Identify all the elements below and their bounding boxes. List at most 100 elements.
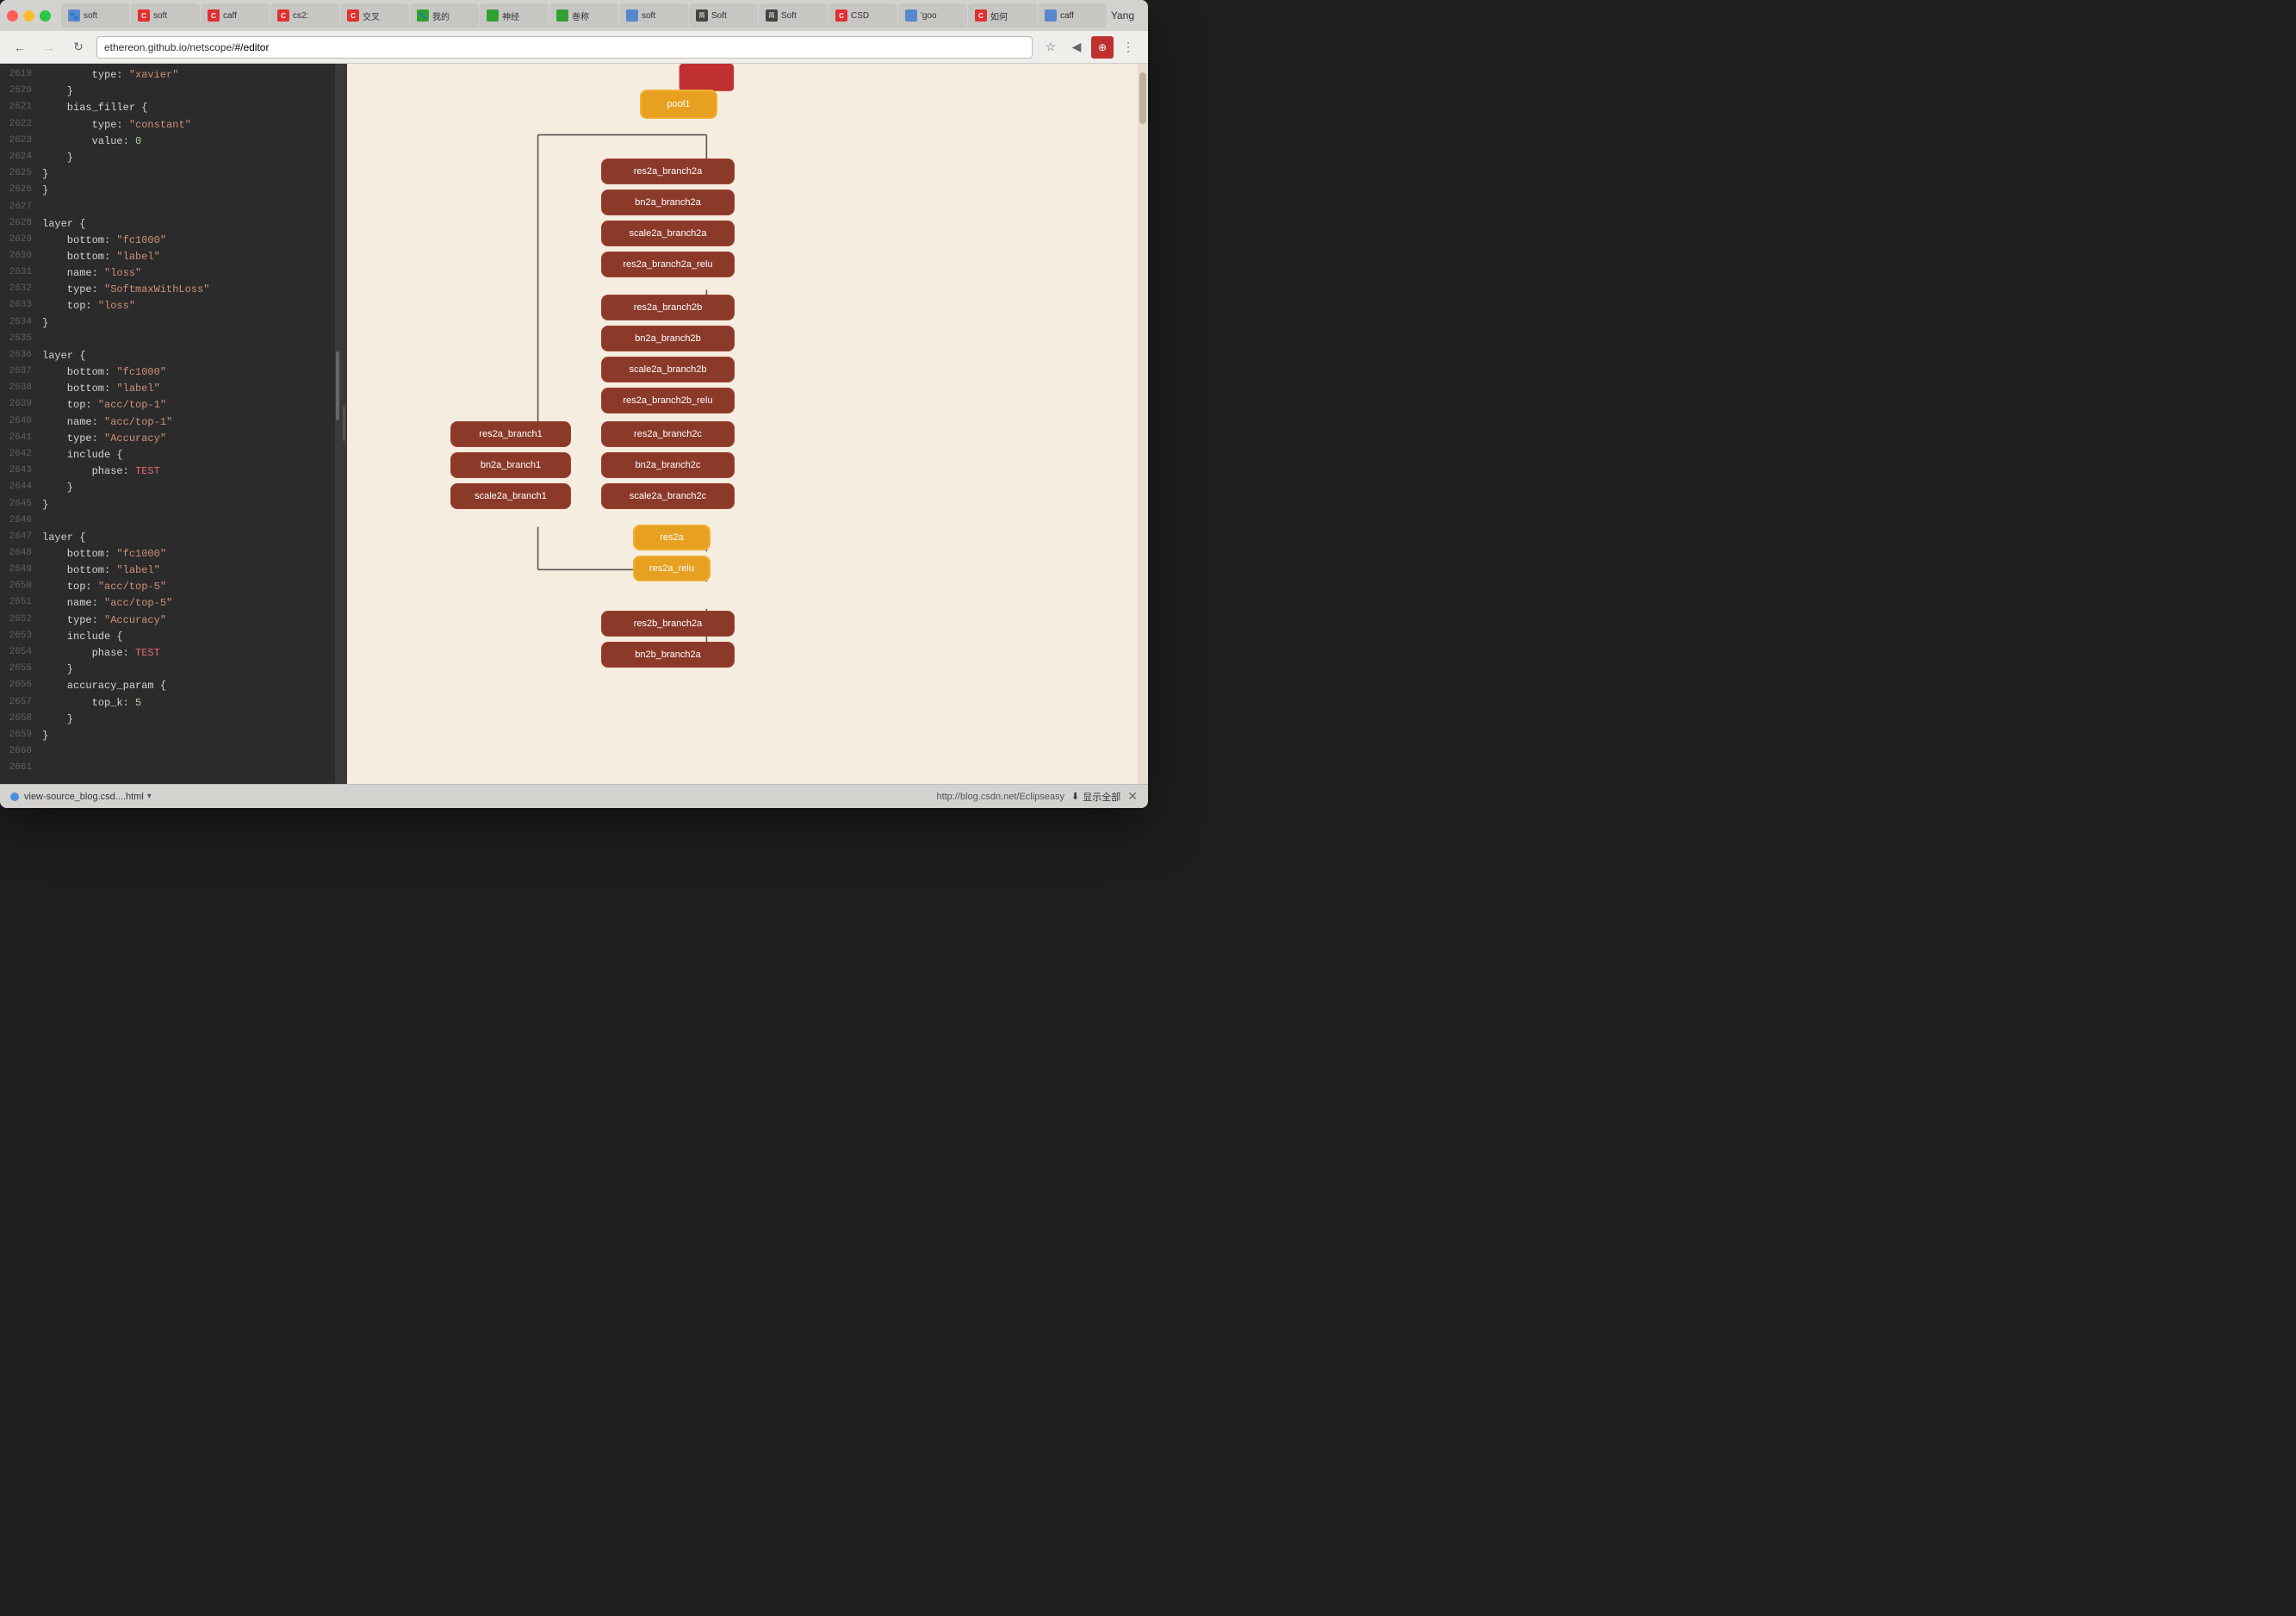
tab-9[interactable]: soft xyxy=(619,3,688,28)
tab-5-label: 交叉 xyxy=(363,9,380,22)
code-line-2645: 2645 } xyxy=(0,497,340,513)
node-res2a-relu[interactable]: res2a_relu xyxy=(633,556,711,581)
tab-7[interactable]: 神经 xyxy=(480,3,549,28)
nav-actions: ☆ ◀ ⊕ ⋮ xyxy=(1039,36,1139,59)
status-close-button[interactable]: ✕ xyxy=(1127,789,1138,804)
tab-14[interactable]: C 如何 xyxy=(968,3,1037,28)
tab-9-label: soft xyxy=(642,11,655,21)
node-scale2a-branch2c[interactable]: scale2a_branch2c xyxy=(601,483,735,509)
panel-divider[interactable] xyxy=(340,64,347,784)
code-line-2656: 2656 accuracy_param { xyxy=(0,678,340,694)
tab-2[interactable]: C soft xyxy=(131,3,200,28)
code-line-2623: 2623 value: 0 xyxy=(0,134,340,150)
code-line-2654: 2654 phase: TEST xyxy=(0,645,340,662)
nav-left-button[interactable]: ◀ xyxy=(1065,36,1088,59)
code-line-2643: 2643 phase: TEST xyxy=(0,463,340,480)
node-bn2a-branch2b[interactable]: bn2a_branch2b xyxy=(601,326,735,351)
code-line-2629: 2629 bottom: "fc1000" xyxy=(0,233,340,249)
tab-2-label: soft xyxy=(153,11,167,21)
code-line-2642: 2642 include { xyxy=(0,447,340,463)
address-bar[interactable]: ethereon.github.io/netscope/#/editor xyxy=(96,36,1033,59)
tab-10-label: Soft xyxy=(711,11,727,21)
node-res2a-branch2c[interactable]: res2a_branch2c xyxy=(601,421,735,447)
tab-13-label: 'goo xyxy=(921,11,937,21)
tab-1-label: soft xyxy=(84,11,97,21)
node-scale2a-branch1[interactable]: scale2a_branch1 xyxy=(450,483,571,509)
code-line-2628: 2628 layer { xyxy=(0,216,340,233)
refresh-button[interactable]: ↻ xyxy=(67,36,90,59)
traffic-lights xyxy=(7,10,51,22)
show-all-button[interactable]: ⬇ 显示全部 xyxy=(1071,790,1120,804)
graph-panel[interactable]: pool1 res2a_branch2a bn2a_branch2a scale… xyxy=(347,64,1148,784)
node-bn2a-branch2a[interactable]: bn2a_branch2a xyxy=(601,190,735,215)
code-line-2633: 2633 top: "loss" xyxy=(0,298,340,314)
code-line-2641: 2641 type: "Accuracy" xyxy=(0,431,340,447)
code-line-2632: 2632 type: "SoftmaxWithLoss" xyxy=(0,282,340,298)
minimize-button[interactable] xyxy=(23,10,34,22)
tab-3[interactable]: C caff xyxy=(201,3,270,28)
tab-3-label: caff xyxy=(223,11,237,21)
status-bar: view-source_blog.csd....html ▾ http://bl… xyxy=(0,784,1148,808)
nav-bar: ← → ↻ ethereon.github.io/netscope/#/edit… xyxy=(0,31,1148,64)
nav-right-button[interactable]: ⊕ xyxy=(1091,36,1114,59)
tab-4-favicon: C xyxy=(277,9,289,22)
code-line-2626: 2626 } xyxy=(0,183,340,199)
node-res2a[interactable]: res2a xyxy=(633,525,711,550)
menu-button[interactable]: ⋮ xyxy=(1117,36,1139,59)
code-scrollbar-thumb[interactable] xyxy=(336,351,339,420)
address-fragment: #/editor xyxy=(234,41,269,53)
forward-button[interactable]: → xyxy=(38,36,60,59)
node-pool1[interactable]: pool1 xyxy=(640,90,717,119)
divider-handle xyxy=(343,407,345,441)
node-bn2b-branch2a[interactable]: bn2b_branch2a xyxy=(601,642,735,668)
node-res2a-branch2b-relu[interactable]: res2a_branch2b_relu xyxy=(601,388,735,413)
node-scale2a-branch2a[interactable]: scale2a_branch2a xyxy=(601,221,735,246)
tab-10[interactable]: 简 Soft xyxy=(689,3,758,28)
tab-7-label: 神经 xyxy=(502,9,519,22)
tabs-bar: 🐾 soft C soft C caff C cs2: C 交叉 xyxy=(61,3,1108,28)
code-editor[interactable]: 2619 type: "xavier" 2620 } 2621 bias_fil… xyxy=(0,64,340,784)
tab-8[interactable]: 巻称 xyxy=(549,3,618,28)
tab-15[interactable]: caff xyxy=(1038,3,1107,28)
node-scale2a-branch2b[interactable]: scale2a_branch2b xyxy=(601,357,735,382)
node-res2b-branch2a[interactable]: res2b_branch2a xyxy=(601,611,735,637)
node-res2a-branch2b[interactable]: res2a_branch2b xyxy=(601,295,735,320)
code-line-2630: 2630 bottom: "label" xyxy=(0,249,340,265)
close-button[interactable] xyxy=(7,10,18,22)
tab-5-favicon: C xyxy=(347,9,359,22)
status-dropdown[interactable]: ▾ xyxy=(147,792,152,801)
code-line-2644: 2644 } xyxy=(0,480,340,496)
bottom-url: http://blog.csdn.net/Eclipseasy xyxy=(936,792,1064,802)
node-pool1-label: pool1 xyxy=(667,99,691,109)
tab-1[interactable]: 🐾 soft xyxy=(61,3,130,28)
tab-4[interactable]: C cs2: xyxy=(270,3,339,28)
tab-14-label: 如何 xyxy=(990,9,1008,22)
tab-12[interactable]: C CSD xyxy=(828,3,897,28)
graph-scrollbar[interactable] xyxy=(1138,64,1148,784)
code-line-2652: 2652 type: "Accuracy" xyxy=(0,612,340,629)
tab-15-favicon xyxy=(1045,9,1057,22)
maximize-button[interactable] xyxy=(40,10,51,22)
node-res2a-branch2a[interactable]: res2a_branch2a xyxy=(601,158,735,184)
tab-12-label: CSD xyxy=(851,11,869,21)
node-res2a-branch1[interactable]: res2a_branch1 xyxy=(450,421,571,447)
code-line-2622: 2622 type: "constant" xyxy=(0,117,340,134)
code-line-2625: 2625 } xyxy=(0,166,340,183)
back-button[interactable]: ← xyxy=(9,36,31,59)
graph-scrollbar-thumb[interactable] xyxy=(1139,72,1146,124)
tab-11[interactable]: 简 Soft xyxy=(759,3,828,28)
code-line-2646: 2646 xyxy=(0,513,340,530)
tab-4-label: cs2: xyxy=(293,11,308,21)
code-line-2658: 2658 } xyxy=(0,712,340,728)
tab-6[interactable]: 🐾 我的 xyxy=(410,3,479,28)
code-scrollbar[interactable] xyxy=(335,64,340,784)
user-label: Yang xyxy=(1111,9,1141,22)
code-line-2649: 2649 bottom: "label" xyxy=(0,562,340,579)
node-res2a-branch2a-relu[interactable]: res2a_branch2a_relu xyxy=(601,252,735,277)
node-bn2a-branch1[interactable]: bn2a_branch1 xyxy=(450,452,571,478)
node-bn2a-branch2c[interactable]: bn2a_branch2c xyxy=(601,452,735,478)
address-url: ethereon.github.io/netscope/#/editor xyxy=(104,41,269,53)
tab-13[interactable]: 'goo xyxy=(898,3,967,28)
tab-5[interactable]: C 交叉 xyxy=(340,3,409,28)
bookmark-button[interactable]: ☆ xyxy=(1039,36,1062,59)
